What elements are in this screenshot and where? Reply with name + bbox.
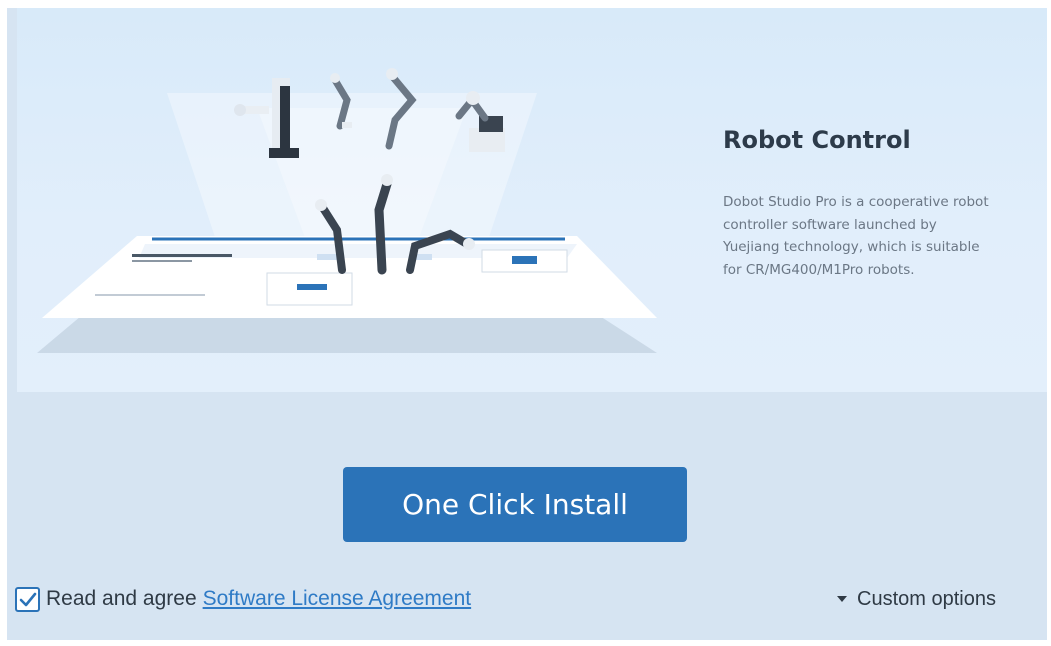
agree-label: Read and agree bbox=[46, 587, 197, 610]
agree-checkbox[interactable] bbox=[15, 586, 40, 612]
hero-title: Robot Control bbox=[723, 126, 911, 154]
caret-down-icon bbox=[837, 596, 847, 602]
license-agreement-link[interactable]: Software License Agreement bbox=[203, 587, 472, 611]
hero-banner: Robot Control Dobot Studio Pro is a coop… bbox=[17, 8, 1047, 392]
custom-options-toggle[interactable]: Custom options bbox=[837, 585, 996, 613]
hero-description: Dobot Studio Pro is a cooperative robot … bbox=[723, 194, 989, 278]
installer-window: Robot Control Dobot Studio Pro is a coop… bbox=[7, 8, 1047, 640]
robot-illustration bbox=[37, 68, 657, 353]
custom-options-label: Custom options bbox=[857, 587, 996, 610]
license-agreement-row: Read and agree Software License Agreemen… bbox=[15, 584, 471, 614]
checkmark-icon bbox=[19, 592, 37, 606]
one-click-install-button[interactable]: One Click Install bbox=[343, 467, 687, 542]
